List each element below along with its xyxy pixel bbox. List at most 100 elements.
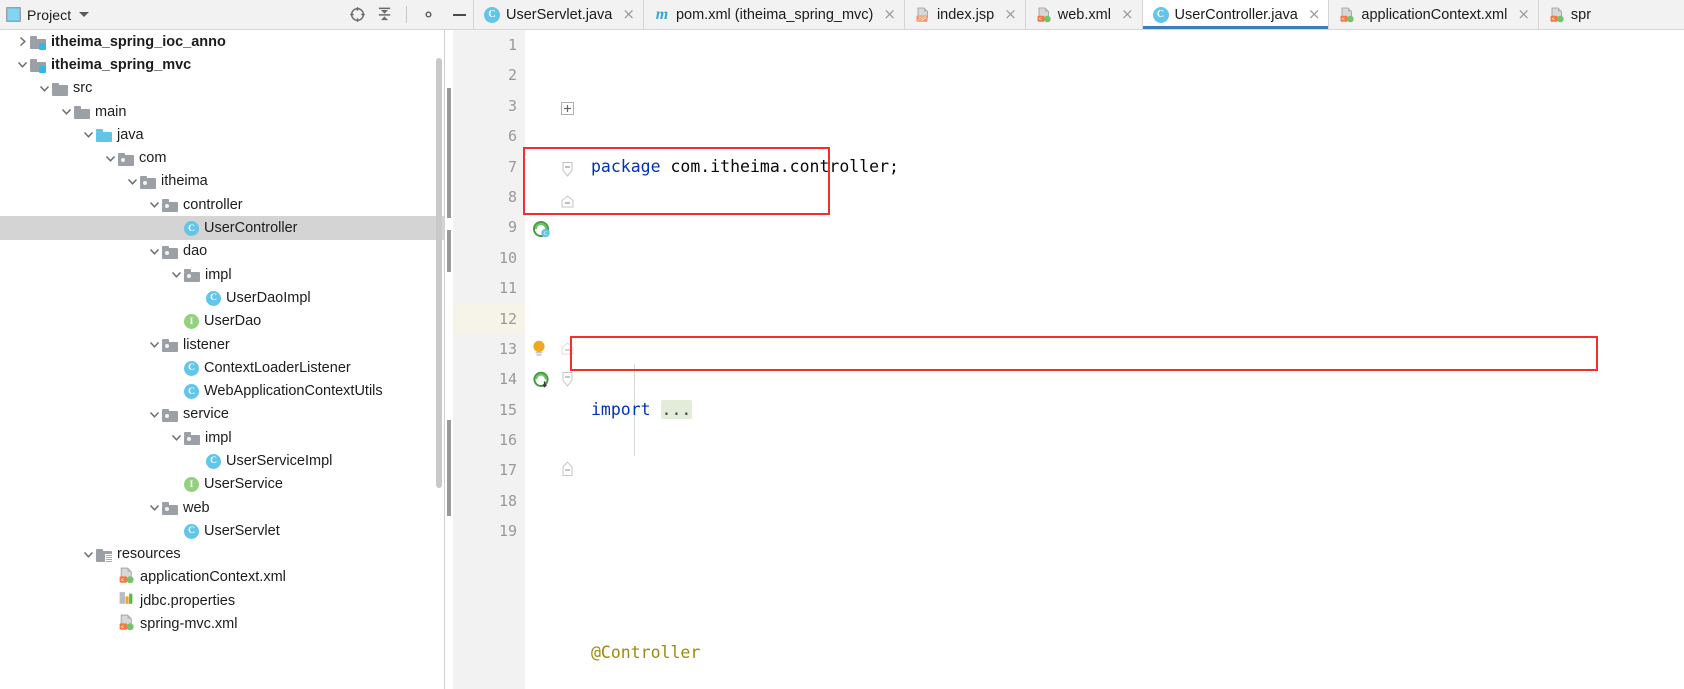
line-number: 6 xyxy=(507,127,517,146)
close-icon[interactable]: × xyxy=(1004,7,1017,22)
tree-item-itheima-spring-mvc[interactable]: itheima_spring_mvc xyxy=(0,53,444,76)
project-tree[interactable]: itheima_spring_ioc_anno itheima_spring_mv… xyxy=(0,30,445,689)
tree-item-itheima-spring-ioc-anno[interactable]: itheima_spring_ioc_anno xyxy=(0,30,444,53)
line-number: 3 xyxy=(507,96,517,115)
chevron-expanded-icon[interactable] xyxy=(14,59,30,70)
tree-item-label: itheima xyxy=(161,173,208,190)
close-icon[interactable]: × xyxy=(1121,7,1134,22)
tree-item-userservice[interactable]: I UserService xyxy=(0,473,444,496)
xml-icon: < xyxy=(118,567,135,588)
code-editor[interactable]: 1 2 3 6 7 8 9 10 11 12 13 14 15 16 17 18… xyxy=(445,30,1684,689)
tree-scrollbar[interactable] xyxy=(434,30,444,689)
chevron-expanded-icon[interactable] xyxy=(146,409,162,420)
tree-item-spring-mvc-xml[interactable]: < spring-mvc.xml xyxy=(0,612,444,635)
tree-item-applicationcontext-xml[interactable]: < applicationContext.xml xyxy=(0,566,444,589)
tree-item-jdbc-properties[interactable]: jdbc.properties xyxy=(0,589,444,612)
chevron-expanded-icon[interactable] xyxy=(168,269,184,280)
package-icon xyxy=(118,152,134,166)
tree-item-controller[interactable]: controller xyxy=(0,193,444,216)
tree-item-web[interactable]: web xyxy=(0,496,444,519)
tree-item-java[interactable]: java xyxy=(0,123,444,146)
line-number: 19 xyxy=(498,522,517,541)
intention-bulb-icon[interactable] xyxy=(531,339,547,363)
tree-item-impl[interactable]: impl xyxy=(0,426,444,449)
spring-bean-icon[interactable]: C xyxy=(533,220,551,242)
collapse-all-icon[interactable] xyxy=(376,6,393,23)
tree-item-service[interactable]: service xyxy=(0,403,444,426)
java-class-icon: C xyxy=(184,360,199,376)
editor-tab-pomxml[interactable]: m pom.xml (itheima_spring_mvc) × xyxy=(642,0,904,29)
crosshair-target-icon[interactable] xyxy=(349,6,366,23)
spring-request-mapping-icon[interactable] xyxy=(533,371,551,393)
tree-item-usercontroller[interactable]: C UserController xyxy=(0,216,444,240)
chevron-expanded-icon[interactable] xyxy=(102,153,118,164)
chevron-expanded-icon[interactable] xyxy=(80,129,96,140)
editor-tab-indexjsp[interactable]: JSP index.jsp × xyxy=(903,0,1025,29)
java-class-icon: C xyxy=(484,6,500,23)
folded-imports-placeholder[interactable]: ... xyxy=(660,399,693,419)
chevron-expanded-icon[interactable] xyxy=(58,106,74,117)
hide-panel-icon[interactable] xyxy=(445,0,473,29)
tree-item-listener[interactable]: listener xyxy=(0,333,444,356)
line-number: 1 xyxy=(507,36,517,54)
chevron-expanded-icon[interactable] xyxy=(168,432,184,443)
close-icon[interactable]: × xyxy=(1517,7,1530,22)
close-icon[interactable]: × xyxy=(1308,7,1321,22)
tree-item-userdao[interactable]: I UserDao xyxy=(0,310,444,333)
tree-item-impl[interactable]: impl xyxy=(0,263,444,286)
tree-item-com[interactable]: com xyxy=(0,146,444,169)
tab-label: applicationContext.xml xyxy=(1361,6,1508,23)
module-folder-icon xyxy=(30,59,46,74)
collapse-annotation-icon[interactable] xyxy=(561,195,574,208)
collapse-region-icon[interactable] xyxy=(561,162,574,177)
chevron-expanded-icon[interactable] xyxy=(146,339,162,350)
line-number: 11 xyxy=(498,279,517,298)
chevron-expanded-icon[interactable] xyxy=(146,246,162,257)
chevron-collapsed-icon[interactable] xyxy=(14,36,30,47)
editor-tab-webxml[interactable]: < web.xml × xyxy=(1024,0,1142,29)
tree-item-main[interactable]: main xyxy=(0,100,444,123)
java-class-icon: C xyxy=(184,384,199,400)
tree-item-resources[interactable]: resources xyxy=(0,543,444,566)
tree-item-label: java xyxy=(117,126,144,143)
code-text-area[interactable]: package com.itheima.controller; import .… xyxy=(581,30,1684,689)
chevron-expanded-icon[interactable] xyxy=(146,199,162,210)
tree-item-src[interactable]: src xyxy=(0,77,444,100)
tree-item-userdaoimpl[interactable]: C UserDaoImpl xyxy=(0,286,444,309)
editor-tab-springmvc-partial[interactable]: < spr xyxy=(1537,0,1600,29)
tree-item-webapplicationcontextutils[interactable]: C WebApplicationContextUtils xyxy=(0,379,444,402)
expand-import-icon[interactable] xyxy=(561,102,574,115)
tree-item-label: impl xyxy=(205,266,232,283)
close-icon[interactable]: × xyxy=(883,7,896,22)
tree-scrollbar-thumb[interactable] xyxy=(436,58,442,488)
chevron-expanded-icon[interactable] xyxy=(146,502,162,513)
source-folder-icon xyxy=(96,129,112,143)
chevron-expanded-icon[interactable] xyxy=(36,83,52,94)
collapse-end-icon[interactable] xyxy=(561,461,574,476)
project-view-selector[interactable]: Project xyxy=(6,7,90,23)
tree-item-contextloaderlistener[interactable]: C ContextLoaderListener xyxy=(0,356,444,379)
chevron-down-icon[interactable] xyxy=(79,12,90,17)
gutter-icon-area[interactable]: C xyxy=(525,30,581,689)
gear-icon[interactable] xyxy=(420,6,437,23)
tree-item-itheima[interactable]: itheima xyxy=(0,170,444,193)
folder-icon xyxy=(52,82,68,96)
tree-item-dao[interactable]: dao xyxy=(0,240,444,263)
collapse-annotation-icon[interactable] xyxy=(561,342,574,355)
keyword-package: package xyxy=(591,156,661,176)
editor-tab-usercontroller[interactable]: C UserController.java × xyxy=(1141,0,1329,29)
tree-item-userserviceimpl[interactable]: C UserServiceImpl xyxy=(0,449,444,472)
java-class-icon: C xyxy=(206,453,221,469)
editor-tab-userservlet[interactable]: C UserServlet.java × xyxy=(473,0,643,29)
xml-icon: < xyxy=(1549,7,1565,23)
close-icon[interactable]: × xyxy=(622,7,635,22)
collapse-method-icon[interactable] xyxy=(561,372,574,387)
chevron-expanded-icon[interactable] xyxy=(80,549,96,560)
tree-item-label: resources xyxy=(117,546,181,563)
line-number: 15 xyxy=(498,400,517,419)
maven-icon: m xyxy=(655,5,669,23)
editor-tab-applicationcontext[interactable]: < applicationContext.xml × xyxy=(1328,0,1538,29)
tree-item-userservlet[interactable]: C UserServlet xyxy=(0,519,444,542)
chevron-expanded-icon[interactable] xyxy=(124,176,140,187)
